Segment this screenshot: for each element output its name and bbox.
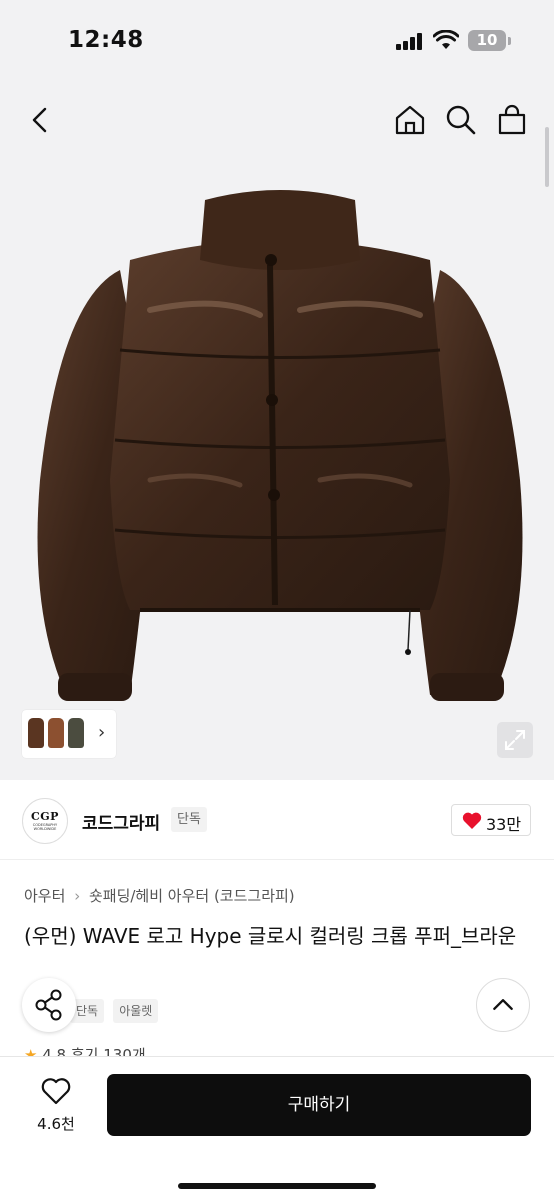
thumbnail[interactable] [68, 718, 84, 748]
battery-tip [508, 37, 511, 45]
product-tags: 단독 아울렛 [70, 999, 162, 1023]
brand-logo[interactable]: CGP CODEGRAPHY WORLDWIDE [22, 798, 68, 844]
breadcrumb-subcategory[interactable]: 숏패딩/헤비 아우터 (코드그라피) [89, 887, 295, 905]
thumbnail[interactable] [28, 718, 44, 748]
share-button[interactable] [22, 978, 76, 1032]
back-icon[interactable] [22, 102, 58, 138]
shopping-bag-icon[interactable] [494, 102, 530, 138]
chevron-up-icon [493, 999, 513, 1011]
product-image [20, 180, 540, 720]
thumbnail-strip[interactable]: › [22, 710, 116, 758]
brand-logo-text: CGP [31, 810, 59, 823]
breadcrumb-separator-icon: › [74, 887, 81, 905]
wishlist-button[interactable]: 4.6천 [28, 1077, 84, 1134]
home-icon[interactable] [392, 102, 428, 138]
product-title: (우먼) WAVE 로고 Hype 글로시 컬러링 크롭 푸퍼_브라운 [24, 924, 517, 948]
product-image-area[interactable]: 12:48 10 › [0, 0, 554, 780]
brand-logo-subtext: CODEGRAPHY WORLDWIDE [32, 823, 58, 831]
chevron-right-icon[interactable]: › [98, 722, 105, 743]
breadcrumb: 아우터 › 숏패딩/헤비 아우터 (코드그라피) [24, 885, 295, 906]
battery-icon: 10 [468, 30, 506, 51]
status-bar: 12:48 10 [0, 0, 554, 84]
breadcrumb-category[interactable]: 아우터 [24, 887, 65, 905]
heart-outline-icon [41, 1078, 71, 1105]
share-icon [35, 989, 62, 1021]
scroll-to-top-button[interactable] [476, 978, 530, 1032]
cellular-signal-icon [396, 33, 424, 50]
search-icon[interactable] [443, 102, 479, 138]
heart-icon [462, 812, 482, 829]
bottom-purchase-bar: 4.6천 구매하기 [0, 1056, 554, 1200]
brand-row: CGP CODEGRAPHY WORLDWIDE 코드그라피 단독 33만 [0, 780, 554, 860]
thumbnail[interactable] [48, 718, 64, 748]
wishlist-count: 4.6천 [37, 1115, 75, 1133]
tag-outlet: 아울렛 [113, 999, 159, 1023]
like-count: 33만 [486, 815, 522, 834]
buy-button[interactable]: 구매하기 [107, 1074, 531, 1136]
exclusive-badge: 단독 [171, 807, 207, 832]
status-time: 12:48 [68, 27, 144, 53]
scrollbar[interactable] [545, 127, 549, 187]
home-indicator [178, 1183, 376, 1189]
expand-icon[interactable] [497, 722, 533, 758]
wifi-icon [432, 29, 460, 50]
brand-name[interactable]: 코드그라피 [82, 809, 160, 834]
like-button[interactable]: 33만 [451, 804, 531, 836]
